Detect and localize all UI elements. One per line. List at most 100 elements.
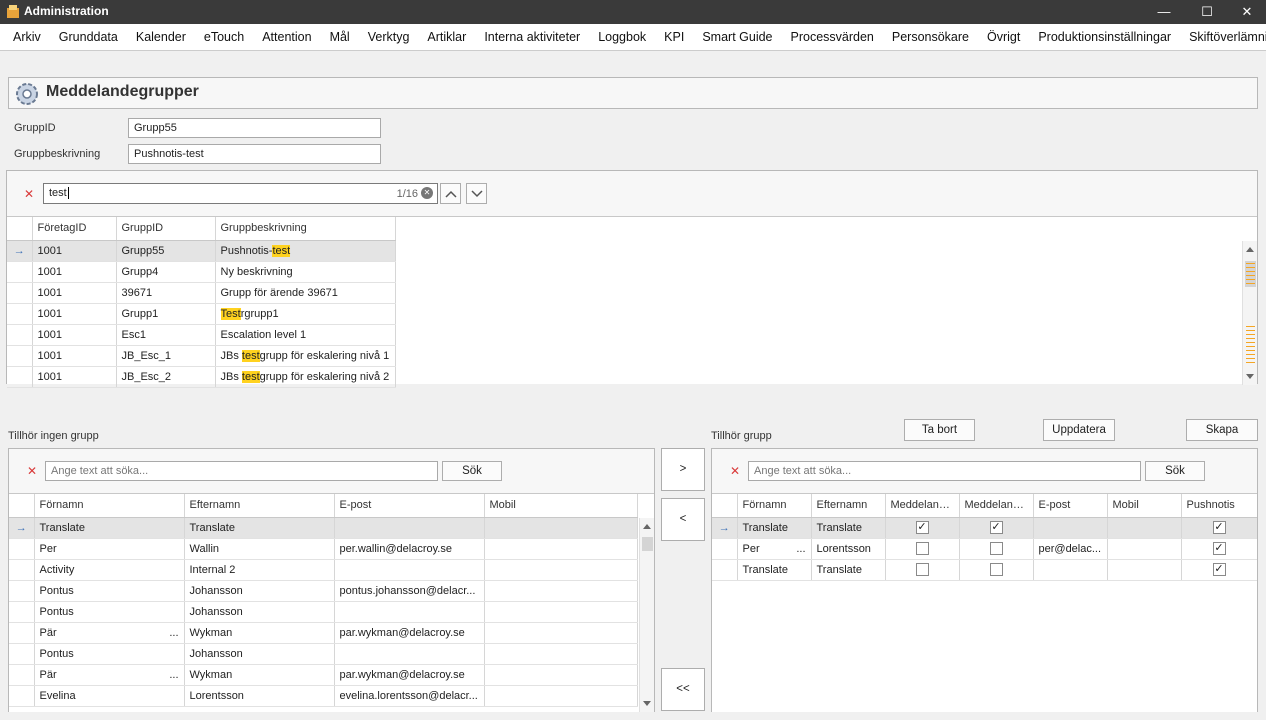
menu-item-skiftöverlämning[interactable]: Skiftöverlämning (1180, 24, 1266, 51)
cell-epost[interactable] (334, 517, 485, 539)
cell-epost[interactable]: per.wallin@delacroy.se (334, 538, 485, 560)
cell-epost[interactable] (334, 559, 485, 581)
cell-mobil[interactable] (484, 538, 638, 560)
ellipsis-button[interactable]: ... (169, 669, 178, 681)
minimize-button[interactable]: — (1141, 0, 1187, 24)
column-header-gruppbeskrivning[interactable]: Gruppbeskrivning (215, 217, 396, 241)
cell-fornamn[interactable]: Per... (737, 538, 812, 560)
cell-fornamn[interactable]: Pontus (34, 643, 185, 665)
menu-item-produktionsinställningar[interactable]: Produktionsinställningar (1029, 24, 1180, 51)
cell-gruppbeskrivning[interactable]: Grupp för ärende 39671 (215, 282, 396, 304)
cell-fornamn[interactable]: Translate (34, 517, 185, 539)
clear-find-icon[interactable]: ✕ (421, 187, 433, 199)
find-previous-button[interactable] (440, 183, 461, 204)
cell-epost[interactable] (334, 601, 485, 623)
table-row[interactable]: Pontus Johansson (9, 601, 638, 623)
cell-epost[interactable] (334, 643, 485, 665)
table-row[interactable]: Activity Internal 2 (9, 559, 638, 581)
cell-epost[interactable] (1033, 559, 1108, 581)
column-header-företagid[interactable]: FöretagID (32, 217, 117, 241)
checkbox[interactable] (989, 563, 1003, 576)
menu-item-kpi[interactable]: KPI (655, 24, 693, 51)
table-row[interactable]: Pär... Wykman par.wykman@delacroy.se (9, 664, 638, 686)
cell-gruppid[interactable]: Grupp4 (116, 261, 216, 283)
menu-item-artiklar[interactable]: Artiklar (418, 24, 475, 51)
left-scrollbar[interactable] (639, 518, 654, 712)
cell-efternamn[interactable]: Translate (184, 517, 335, 539)
column-header-förnamn-0[interactable]: Förnamn (737, 494, 812, 518)
cell-gruppbeskrivning[interactable]: Ny beskrivning (215, 261, 396, 283)
column-header-pushnotis-6[interactable]: Pushnotis (1181, 494, 1257, 518)
table-row[interactable]: Translate Translate ✓ (712, 559, 1257, 581)
column-header-gruppid[interactable]: GruppID (116, 217, 216, 241)
cell-gruppbeskrivning[interactable]: JBs testgrupp för eskalering nivå 2 (215, 366, 396, 388)
column-header-mobil-5[interactable]: Mobil (1107, 494, 1182, 518)
cell-epost[interactable] (1033, 517, 1108, 539)
cell-pushnotis[interactable]: ✓ (1181, 517, 1257, 539)
cell-gruppid[interactable]: JB_Esc_1 (116, 345, 216, 367)
table-row[interactable]: Per Wallin per.wallin@delacroy.se (9, 538, 638, 560)
right-search-input[interactable]: Ange text att söka... (748, 461, 1141, 481)
menu-item-kalender[interactable]: Kalender (127, 24, 195, 51)
table-row[interactable]: Pär... Wykman par.wykman@delacroy.se (9, 622, 638, 644)
cell-efternamn[interactable]: Johansson (184, 580, 335, 602)
update-button[interactable]: Uppdatera (1043, 419, 1115, 441)
cell-fornamn[interactable]: Pär... (34, 622, 185, 644)
table-row[interactable]: Per... Lorentsson per@delac... ✓ (712, 538, 1257, 560)
find-next-button[interactable] (466, 183, 487, 204)
delete-button[interactable]: Ta bort (904, 419, 975, 441)
right-search-button[interactable]: Sök (1145, 461, 1205, 481)
cell-mobil[interactable] (484, 517, 638, 539)
cell-efternamn[interactable]: Johansson (184, 601, 335, 623)
cell-fornamn[interactable]: Pontus (34, 580, 185, 602)
cell-foretagid[interactable]: 1001 (32, 261, 117, 283)
menu-item-arkiv[interactable]: Arkiv (0, 24, 50, 51)
cell-mobil[interactable] (1107, 559, 1182, 581)
table-row[interactable]: 1001 39671 Grupp för ärende 39671 (7, 282, 396, 304)
gruppbeskrivning-field[interactable]: Pushnotis-test (128, 144, 381, 164)
cell-fornamn[interactable]: Translate (737, 559, 812, 581)
cell-gruppbeskrivning[interactable]: JBs testgrupp för eskalering nivå 1 (215, 345, 396, 367)
table-row[interactable]: → Translate Translate ✓ ✓ ✓ (712, 517, 1257, 539)
cell-meddelande-2[interactable] (959, 538, 1034, 560)
cell-mobil[interactable] (484, 622, 638, 644)
scroll-up-icon[interactable] (1246, 247, 1254, 252)
cell-epost[interactable]: par.wykman@delacroy.se (334, 664, 485, 686)
cell-epost[interactable]: pontus.johansson@delacr... (334, 580, 485, 602)
cell-foretagid[interactable]: 1001 (32, 366, 117, 388)
gruppid-field[interactable]: Grupp55 (128, 118, 381, 138)
checkbox[interactable]: ✓ (1212, 542, 1226, 555)
cell-efternamn[interactable]: Translate (811, 517, 886, 539)
clear-search-icon[interactable]: ✕ (24, 187, 34, 201)
cell-efternamn[interactable]: Johansson (184, 643, 335, 665)
table-row[interactable]: 1001 Grupp4 Ny beskrivning (7, 261, 396, 283)
cell-gruppid[interactable]: JB_Esc_2 (116, 366, 216, 388)
cell-fornamn[interactable]: Pontus (34, 601, 185, 623)
cell-gruppid[interactable]: 39671 (116, 282, 216, 304)
cell-foretagid[interactable]: 1001 (32, 303, 117, 325)
menu-item-övrigt[interactable]: Övrigt (978, 24, 1029, 51)
column-header-mobil[interactable]: Mobil (484, 494, 638, 518)
table-row[interactable]: 1001 Grupp1 Testrgrupp1 (7, 303, 396, 325)
cell-mobil[interactable] (484, 643, 638, 665)
cell-efternamn[interactable]: Wykman (184, 622, 335, 644)
checkbox[interactable]: ✓ (1212, 521, 1226, 534)
checkbox[interactable]: ✓ (1212, 563, 1226, 576)
cell-gruppid[interactable]: Grupp55 (116, 240, 216, 262)
cell-fornamn[interactable]: Pär... (34, 664, 185, 686)
cell-epost[interactable]: per@delac... (1033, 538, 1108, 560)
cell-pushnotis[interactable]: ✓ (1181, 559, 1257, 581)
cell-efternamn[interactable]: Wallin (184, 538, 335, 560)
cell-fornamn[interactable]: Translate (737, 517, 812, 539)
scroll-down-icon[interactable] (1246, 374, 1254, 379)
create-button[interactable]: Skapa (1186, 419, 1258, 441)
cell-fornamn[interactable]: Activity (34, 559, 185, 581)
scroll-down-icon[interactable] (643, 701, 651, 706)
checkbox[interactable] (989, 542, 1003, 555)
cell-gruppbeskrivning[interactable]: Pushnotis-test (215, 240, 396, 262)
cell-epost[interactable]: par.wykman@delacroy.se (334, 622, 485, 644)
column-header-meddeland-2[interactable]: Meddeland... (885, 494, 960, 518)
cell-efternamn[interactable]: Wykman (184, 664, 335, 686)
find-input[interactable]: test 1/16 ✕ (43, 183, 438, 204)
menu-item-mål[interactable]: Mål (321, 24, 359, 51)
